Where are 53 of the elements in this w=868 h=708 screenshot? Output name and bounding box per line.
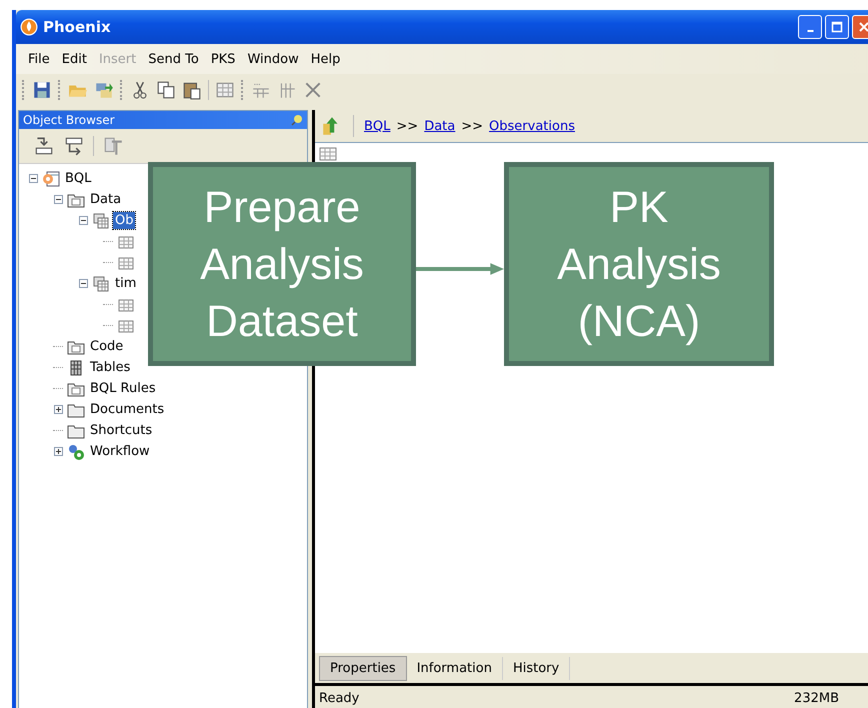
tables-icon [92,274,110,292]
move-down-icon[interactable] [33,135,55,157]
table-icon [319,147,337,161]
document-icon [42,170,60,188]
tab[interactable]: Properties [319,656,407,680]
minimize-icon [806,30,814,32]
tree-item[interactable]: Code [88,338,126,355]
expand-toggle[interactable] [78,216,88,225]
menu-item[interactable]: Send To [142,52,205,66]
breadcrumb-link[interactable]: Data [424,118,456,134]
menu-item[interactable]: Help [304,52,346,66]
paste-icon[interactable] [182,80,202,100]
maximize-button[interactable] [825,15,849,39]
tab[interactable]: Information [406,656,503,680]
minimize-button[interactable] [798,15,822,39]
delete-icon[interactable] [303,80,323,100]
expand-toggle[interactable] [78,279,88,288]
tab[interactable]: History [502,656,570,680]
menu-item[interactable]: File [22,52,56,66]
expand-toggle[interactable] [54,447,62,456]
breadcrumb-separator: >> [396,118,418,134]
tables-icon [92,212,110,230]
tree-item[interactable]: Tables [88,359,132,376]
process-box: Prepare Analysis Dataset [148,162,416,366]
menu-item[interactable]: PKS [204,52,242,66]
save-icon[interactable] [32,80,52,100]
tree-item[interactable]: Documents [88,401,166,418]
copy-icon[interactable] [156,80,176,100]
menu-item[interactable]: Window [241,52,305,66]
expand-toggle[interactable] [54,405,62,414]
tree-item[interactable]: tim [113,275,138,292]
tree-item[interactable]: Ob [113,212,136,229]
tree-item[interactable]: Shortcuts [88,422,154,439]
process-box: PK Analysis (NCA) [504,162,774,366]
status-text: Ready [319,690,360,706]
memory-usage: 232MB [794,690,839,706]
breadcrumb-separator: >> [461,118,484,134]
move-right-icon[interactable] [63,135,85,157]
app-logo-icon [20,18,38,36]
expand-toggle[interactable] [28,174,38,183]
expand-toggle[interactable] [54,195,62,204]
breadcrumb-link[interactable]: Observations [489,118,575,134]
panel-title: Object Browser [23,113,115,127]
breadcrumb-link[interactable]: BQL [364,118,390,134]
maximize-icon [831,21,843,33]
window-title: Phoenix [43,18,112,36]
close-icon [858,21,868,33]
grid-icon[interactable] [215,80,235,100]
tree-item[interactable]: BQL [63,170,94,187]
tree-item[interactable]: BQL Rules [88,380,158,397]
menu-item[interactable]: Edit [56,52,93,66]
tree-item[interactable]: Workflow [88,443,152,460]
tree-item[interactable]: Data [88,191,124,208]
